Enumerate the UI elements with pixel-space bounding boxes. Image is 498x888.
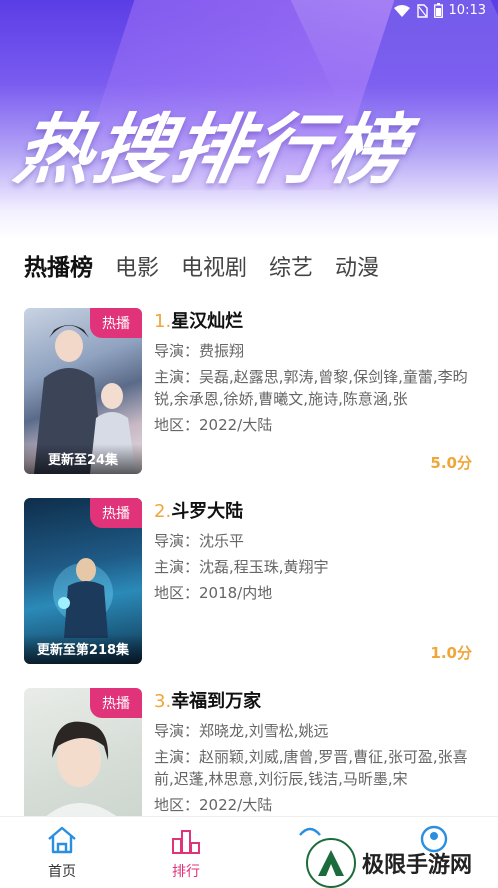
tab-anime[interactable]: 动漫 [335,250,379,282]
tab-movie[interactable]: 电影 [115,250,159,282]
rank-number: 2. [154,501,172,522]
rank-number: 1. [154,311,172,332]
status-bar: 10:13 [0,0,498,22]
region: 地区：2018/内地 [154,584,273,602]
battery-icon [433,3,443,18]
hot-badge: 热播 [90,688,142,718]
list-item[interactable]: 热播 更新至24集 1.星汉灿烂 导演：费振翔 主演：吴磊,赵露思,郭涛,曾黎,… [24,308,474,476]
poster-image[interactable]: 热播 更新至24集 [24,308,142,474]
tab-variety[interactable]: 综艺 [269,250,313,282]
item-title: 3.幸福到万家 [154,688,474,716]
hot-badge: 热播 [90,308,142,338]
list-item[interactable]: 热播 3.幸福到万家 导演：郑晓龙,刘雪松,姚远 主演：赵丽颖,刘威,唐曾,罗晋… [24,688,474,816]
hero-banner: 热搜排行榜 [0,0,498,240]
episode-label: 更新至第218集 [24,634,142,664]
episode-label: 更新至24集 [24,444,142,474]
item-title: 1.星汉灿烂 [154,308,474,336]
home-icon [46,826,78,859]
watermark-logo-icon [306,838,356,888]
item-title: 2.斗罗大陆 [154,498,474,526]
poster-image[interactable]: 热播 [24,688,142,816]
director: 导演：费振翔 [154,342,245,360]
cast: 主演：赵丽颖,刘威,唐曾,罗晋,曹征,张可盈,张喜前,迟蓬,林思意,刘衍辰,钱洁… [154,748,468,788]
nav-ranking[interactable]: 排行 [146,825,226,881]
cast: 主演：吴磊,赵露思,郭涛,曾黎,保剑锋,童蕾,李昀锐,余承恩,徐娇,曹曦文,施诗… [154,368,468,408]
poster-image[interactable]: 热播 更新至第218集 [24,498,142,664]
title-text: 星汉灿烂 [171,311,244,332]
watermark-text: 极限手游网 [362,853,473,878]
hero-title: 热搜排行榜 [9,105,415,194]
tab-hot[interactable]: 热播榜 [24,248,93,282]
no-sim-icon [416,3,428,18]
director: 导演：沈乐平 [154,532,245,550]
region: 地区：2022/大陆 [154,796,273,814]
cast: 主演：沈磊,程玉珠,黄翔宇 [154,558,329,576]
nav-home[interactable]: 首页 [22,825,102,881]
score: 5.0分 [430,454,472,472]
director: 导演：郑晓龙,刘雪松,姚远 [154,722,329,740]
title-text: 幸福到万家 [171,691,262,712]
hot-badge: 热播 [90,498,142,528]
category-tabs: 热播榜 电影 电视剧 综艺 动漫 [24,248,401,282]
ranking-icon [170,830,202,859]
watermark: 极限手游网 [306,838,472,888]
tab-tv[interactable]: 电视剧 [181,250,247,282]
nav-ranking-label: 排行 [172,864,200,880]
title-text: 斗罗大陆 [171,501,244,522]
rank-number: 3. [154,691,172,712]
wifi-icon [393,4,410,17]
region: 地区：2022/大陆 [154,416,273,434]
score: 1.0分 [430,644,472,662]
list-item[interactable]: 热播 更新至第218集 2.斗罗大陆 导演：沈乐平 主演：沈磊,程玉珠,黄翔宇 … [24,498,474,666]
clock: 10:13 [448,3,486,18]
nav-home-label: 首页 [48,864,76,880]
